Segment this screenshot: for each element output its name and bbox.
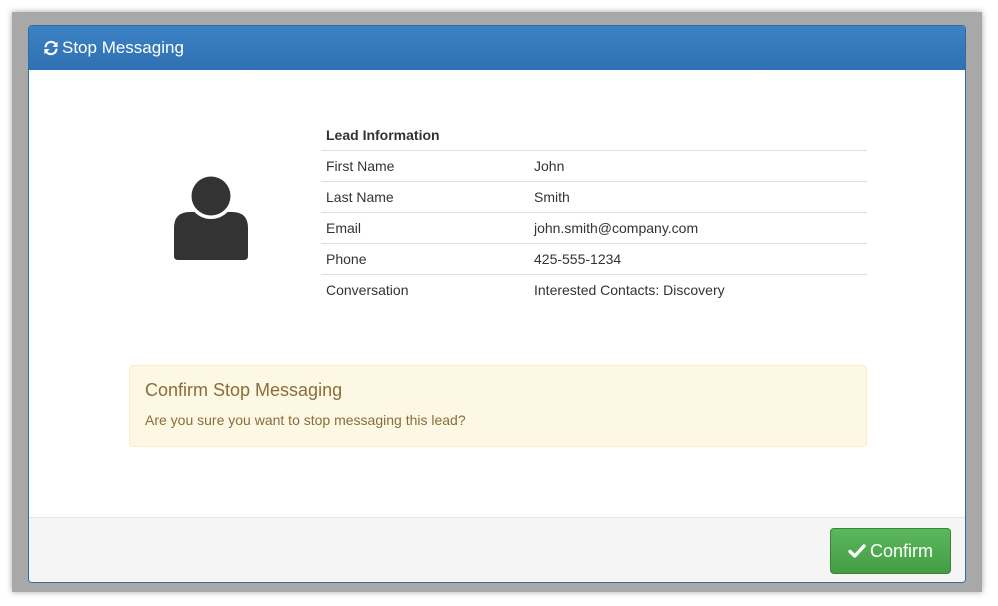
modal-header: Stop Messaging: [29, 26, 965, 70]
check-icon: [848, 543, 866, 559]
field-value: 425-555-1234: [529, 243, 867, 275]
field-value: john.smith@company.com: [529, 212, 867, 244]
field-value: John: [534, 158, 565, 174]
field-label: Phone: [321, 243, 529, 275]
lead-row-email: Email john.smith@company.com: [321, 212, 867, 244]
alert-title: Confirm Stop Messaging: [145, 380, 343, 400]
confirm-alert: Confirm Stop Messaging Are you sure you …: [129, 365, 867, 447]
modal-title: Stop Messaging: [62, 38, 184, 57]
modal-footer: Confirm: [29, 517, 965, 582]
field-label: Email: [321, 212, 529, 244]
field-label: First Name: [326, 158, 395, 174]
user-icon: [174, 172, 248, 260]
confirm-button[interactable]: Confirm: [830, 528, 951, 574]
field-label: Last Name: [321, 181, 529, 213]
field-value: Smith: [529, 181, 867, 213]
refresh-icon: [43, 40, 59, 56]
field-label: Conversation: [321, 274, 529, 305]
confirm-label: Confirm: [869, 540, 933, 561]
lead-info-heading: Lead Information: [321, 120, 867, 151]
field-value: Interested Contacts: Discovery: [529, 274, 867, 305]
lead-row-last-name: Last Name Smith: [321, 181, 867, 213]
alert-message: Are you sure you want to stop messaging …: [145, 412, 466, 428]
lead-info-table: Lead Information First Name John Last Na…: [321, 120, 867, 305]
lead-row-phone: Phone 425-555-1234: [321, 243, 867, 275]
lead-row-conversation: Conversation Interested Contacts: Discov…: [321, 274, 867, 305]
stop-messaging-modal: Stop Messaging Lead Information First Na…: [28, 25, 966, 583]
lead-row-first-name: First Name John: [321, 151, 867, 182]
